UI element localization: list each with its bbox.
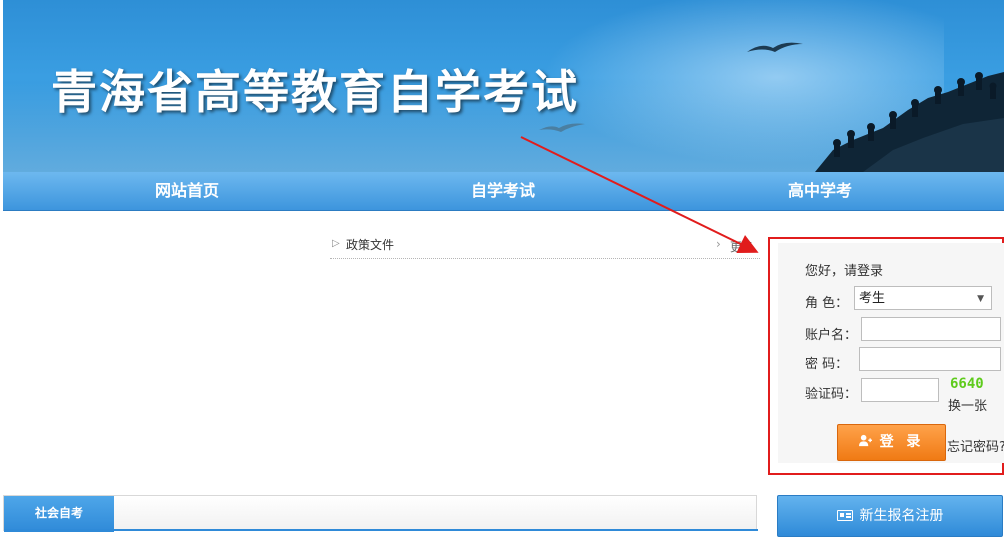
captcha-image[interactable]: 6640	[950, 376, 984, 392]
login-form: 您好，请登录 角 色： 考生 ▼ 账户名： 密 码： 验证码： 6640 换一张…	[778, 243, 1004, 463]
seagull-icon	[747, 42, 803, 52]
policy-files-header: ▷ 政策文件 › 更多	[330, 232, 760, 259]
account-input[interactable]	[861, 317, 1001, 341]
forgot-password-link[interactable]: 忘记密码?	[947, 436, 1004, 455]
refresh-captcha-link[interactable]: 换一张	[948, 395, 987, 414]
role-select[interactable]: 考生 ▼	[854, 286, 992, 310]
captcha-input[interactable]	[861, 378, 939, 402]
more-link[interactable]: 更多	[730, 238, 754, 255]
login-button[interactable]: 登 录	[837, 424, 946, 461]
new-student-register-button[interactable]: 新生报名注册	[777, 495, 1003, 537]
id-card-icon	[836, 510, 853, 521]
captcha-label: 验证码：	[805, 387, 858, 402]
site-title: 青海省高等教育自学考试	[51, 65, 579, 119]
triangle-icon: ▷	[332, 238, 340, 249]
register-button-label: 新生报名注册	[859, 508, 944, 524]
user-icon	[858, 434, 872, 447]
role-select-value: 考生	[859, 291, 886, 306]
password-input[interactable]	[859, 347, 1001, 371]
account-label: 账户名：	[805, 328, 858, 343]
social-exam-section: 社会自考	[3, 495, 758, 532]
nav-item-home[interactable]: 网站首页	[87, 172, 287, 210]
chevron-down-icon: ▼	[977, 294, 984, 304]
nav-item-high-school-exam[interactable]: 高中学考	[720, 172, 920, 210]
password-label: 密 码：	[805, 357, 849, 372]
nav-item-self-study-exam[interactable]: 自学考试	[403, 172, 603, 210]
tab-social-exam[interactable]: 社会自考	[4, 496, 114, 532]
login-button-label: 登 录	[879, 434, 925, 450]
login-panel: 您好，请登录 角 色： 考生 ▼ 账户名： 密 码： 验证码： 6640 换一张…	[768, 237, 1004, 475]
main-nav: 网站首页 自学考试 高中学考	[3, 172, 1004, 211]
login-greeting: 您好，请登录	[805, 264, 884, 279]
policy-files-label[interactable]: 政策文件	[346, 236, 394, 253]
role-label: 角 色：	[805, 296, 849, 311]
header-banner: 青海省高等教育自学考试	[3, 0, 1004, 172]
chevron-right-icon: ›	[716, 237, 721, 251]
seagull-icon-2	[539, 123, 585, 132]
